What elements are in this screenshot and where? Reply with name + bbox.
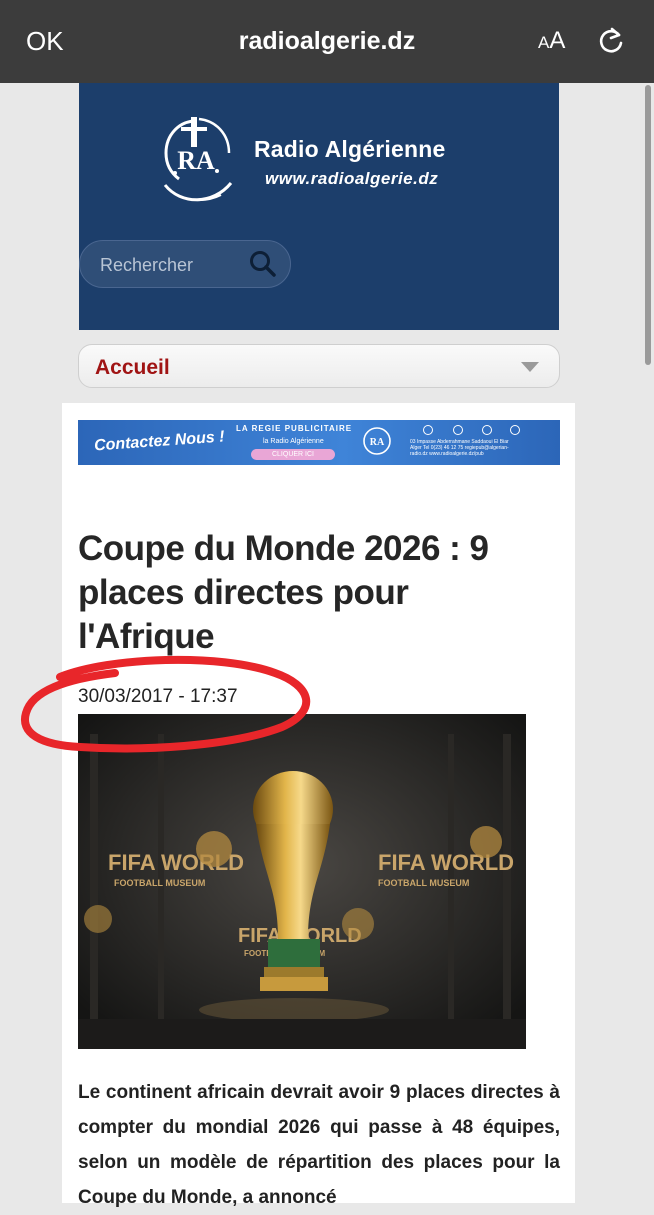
- article-card: Contactez Nous ! LA REGIE PUBLICITAIRE l…: [62, 403, 575, 1208]
- article-date: 30/03/2017 - 17:37: [78, 686, 238, 707]
- ad-regie: LA REGIE PUBLICITAIRE: [236, 424, 353, 433]
- phone-icon: [453, 425, 463, 435]
- svg-text:FOOTBALL MUSEUM: FOOTBALL MUSEUM: [378, 878, 469, 888]
- svg-text:RA: RA: [177, 146, 215, 175]
- browser-toolbar: OK radioalgerie.dz AA: [0, 0, 654, 83]
- search-icon[interactable]: [248, 249, 278, 279]
- svg-text:RA: RA: [370, 437, 385, 448]
- globe-icon: [510, 425, 520, 435]
- svg-text:FOOTBALL MUSEUM: FOOTBALL MUSEUM: [114, 878, 205, 888]
- ad-banner[interactable]: Contactez Nous ! LA REGIE PUBLICITAIRE l…: [78, 420, 560, 465]
- ad-logo-icon: RA: [363, 427, 391, 455]
- ad-click-button[interactable]: CLIQUER ICI: [251, 449, 335, 460]
- chevron-down-icon: [521, 362, 539, 372]
- ad-radio: la Radio Algérienne: [263, 438, 324, 445]
- mail-icon: [423, 425, 433, 435]
- ad-contact: 03 Impasse Abderrahmane Saddaoui El Biar…: [410, 439, 509, 457]
- ad-cta: Contactez Nous !: [93, 428, 226, 455]
- reload-icon[interactable]: [597, 26, 627, 56]
- address-icon: [482, 425, 492, 435]
- site-header: RA Radio Algérienne www.radioalgerie.dz: [79, 83, 559, 330]
- search-box[interactable]: [79, 240, 291, 288]
- site-url: www.radioalgerie.dz: [265, 169, 439, 188]
- search-input[interactable]: [98, 251, 242, 279]
- article-image: FIFA WORLD FOOTBALL MUSEUM FIFA WORLD FO…: [78, 714, 526, 1049]
- page-scrollbar[interactable]: [645, 85, 651, 365]
- site-title[interactable]: Radio Algérienne: [254, 136, 446, 163]
- article-title: Coupe du Monde 2026 : 9 places directes …: [78, 529, 489, 656]
- radio-algerienne-logo-icon[interactable]: RA: [151, 113, 241, 213]
- text-size-button[interactable]: AA: [538, 27, 565, 55]
- article-body: Le continent africain devrait avoir 9 pl…: [78, 1082, 560, 1208]
- nav-selected-label: Accueil: [95, 356, 170, 379]
- nav-select[interactable]: Accueil: [78, 344, 560, 388]
